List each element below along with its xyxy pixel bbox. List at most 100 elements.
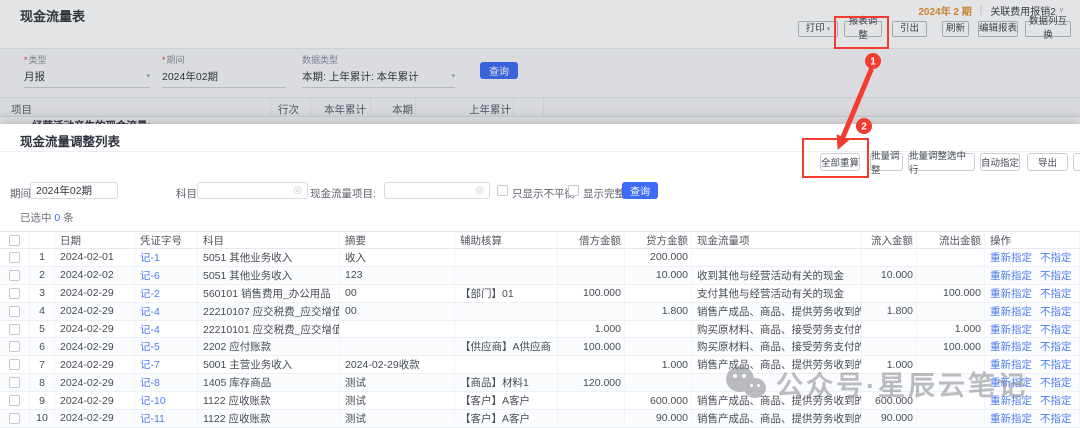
reassign-link[interactable]: 重新指定 [990, 375, 1032, 390]
table-row: 42024-02-29记-422210107 应交税费_应交增值税_销项税额00… [0, 303, 1080, 321]
cell-credit-amount [625, 338, 692, 355]
cell-outflow-amount [917, 392, 985, 409]
cell-cash-flow-item: 购买原材料、商品、接受劳务支付的现金 [692, 321, 862, 338]
cell-cash-flow-item [692, 374, 862, 391]
unassign-link[interactable]: 不指定 [1040, 322, 1072, 337]
cell-actions: 重新指定不指定 [985, 410, 1080, 427]
row-checkbox[interactable] [9, 395, 20, 406]
cash-item-input[interactable]: ◎ [384, 182, 490, 199]
voucher-link[interactable]: 记-10 [140, 393, 166, 408]
voucher-link[interactable]: 记-2 [140, 286, 160, 301]
reassign-link[interactable]: 重新指定 [990, 393, 1032, 408]
voucher-link[interactable]: 记-11 [140, 411, 165, 426]
unbalanced-checkbox-label[interactable]: 只显示不平衡 [512, 186, 575, 201]
unassign-link[interactable]: 不指定 [1040, 304, 1072, 319]
cell-summary: 2024-02-29收款 [340, 356, 455, 373]
cell-actions: 重新指定不指定 [985, 356, 1080, 373]
cell-outflow-amount: 100.000 [917, 285, 985, 302]
voucher-link[interactable]: 记-8 [140, 375, 160, 390]
reassign-link[interactable]: 重新指定 [990, 268, 1032, 283]
unassign-link[interactable]: 不指定 [1040, 286, 1072, 301]
unassign-link[interactable]: 不指定 [1040, 339, 1072, 354]
row-checkbox[interactable] [9, 288, 20, 299]
voucher-link[interactable]: 记-7 [140, 357, 160, 372]
voucher-link[interactable]: 记-1 [140, 250, 160, 265]
header-account: 科目 [198, 232, 340, 248]
cell-row-number: 4 [30, 303, 55, 320]
cell-inflow-amount [862, 285, 917, 302]
row-checkbox[interactable] [9, 306, 20, 317]
cell-voucher-no: 记-4 [135, 303, 198, 320]
subject-input[interactable]: ◎ [197, 182, 308, 199]
header-credit-amount: 贷方金额 [625, 232, 692, 248]
auto-assign-button[interactable]: 自动指定 [980, 153, 1020, 171]
reassign-link[interactable]: 重新指定 [990, 250, 1032, 265]
reassign-link[interactable]: 重新指定 [990, 339, 1032, 354]
reassign-link[interactable]: 重新指定 [990, 304, 1032, 319]
header-select-checkbox [0, 232, 30, 248]
dialog-query-button[interactable]: 查询 [622, 182, 658, 199]
voucher-link[interactable]: 记-4 [140, 304, 160, 319]
cell-inflow-amount: 1.800 [862, 303, 917, 320]
header-summary: 摘要 [340, 232, 455, 248]
export-button[interactable]: 导出 [1027, 153, 1068, 171]
row-checkbox[interactable] [9, 270, 20, 281]
table-row: 92024-02-29记-101122 应收账款测试【客户】A客户600.000… [0, 392, 1080, 410]
unbalanced-checkbox[interactable] [497, 185, 508, 196]
cell-select-checkbox [0, 249, 30, 266]
cell-auxiliary [455, 303, 558, 320]
row-checkbox[interactable] [9, 341, 20, 352]
dialog-period-input[interactable]: 2024年02期 [30, 182, 118, 199]
toolbar-partial-button[interactable] [1073, 153, 1080, 171]
unassign-link[interactable]: 不指定 [1040, 357, 1072, 372]
picker-icon[interactable]: ◎ [475, 186, 484, 196]
full-voucher-checkbox[interactable] [568, 185, 579, 196]
cell-auxiliary: 【部门】01 [455, 285, 558, 302]
unassign-link[interactable]: 不指定 [1040, 411, 1072, 426]
cell-actions: 重新指定不指定 [985, 285, 1080, 302]
cell-debit-amount: 100.000 [558, 338, 625, 355]
unassign-link[interactable]: 不指定 [1040, 375, 1072, 390]
row-checkbox[interactable] [9, 324, 20, 335]
recalculate-all-button[interactable]: 全部重算 [820, 153, 860, 171]
cell-cash-flow-item: 销售产成品、商品、提供劳务收到的现金 [692, 303, 862, 320]
cell-account: 1122 应收账款 [198, 392, 340, 409]
cell-row-number: 7 [30, 356, 55, 373]
batch-adjust-button[interactable]: 批量调整 [870, 153, 903, 171]
cell-date: 2024-02-29 [55, 374, 135, 391]
cell-actions: 重新指定不指定 [985, 249, 1080, 266]
voucher-link[interactable]: 记-5 [140, 339, 160, 354]
unassign-link[interactable]: 不指定 [1040, 268, 1072, 283]
row-checkbox[interactable] [9, 252, 20, 263]
cell-voucher-no: 记-11 [135, 410, 198, 427]
adjustment-table-header: 日期凭证字号科目摘要辅助核算借方金额贷方金额现金流量项流入金额流出金额操作 [0, 231, 1080, 249]
voucher-link[interactable]: 记-4 [140, 322, 160, 337]
cell-credit-amount: 10.000 [625, 267, 692, 284]
cell-credit-amount [625, 285, 692, 302]
cell-outflow-amount: 1.000 [917, 321, 985, 338]
cell-select-checkbox [0, 285, 30, 302]
table-row: 52024-02-29记-422210101 应交税费_应交增值税_进项税额1.… [0, 321, 1080, 339]
reassign-link[interactable]: 重新指定 [990, 357, 1032, 372]
cell-row-number: 9 [30, 392, 55, 409]
reassign-link[interactable]: 重新指定 [990, 286, 1032, 301]
batch-adjust-selected-button[interactable]: 批量调整选中行 [908, 153, 975, 171]
cell-outflow-amount [917, 374, 985, 391]
row-checkbox[interactable] [9, 377, 20, 388]
unassign-link[interactable]: 不指定 [1040, 250, 1072, 265]
reassign-link[interactable]: 重新指定 [990, 322, 1032, 337]
row-checkbox[interactable] [9, 359, 20, 370]
select-all-checkbox[interactable] [9, 235, 20, 246]
row-checkbox[interactable] [9, 413, 20, 424]
cell-row-number: 5 [30, 321, 55, 338]
picker-icon[interactable]: ◎ [293, 186, 302, 196]
cell-select-checkbox [0, 321, 30, 338]
cell-select-checkbox [0, 392, 30, 409]
voucher-link[interactable]: 记-6 [140, 268, 160, 283]
cell-account: 2202 应付账款 [198, 338, 340, 355]
cell-actions: 重新指定不指定 [985, 374, 1080, 391]
unassign-link[interactable]: 不指定 [1040, 393, 1072, 408]
reassign-link[interactable]: 重新指定 [990, 411, 1032, 426]
cell-credit-amount: 1.000 [625, 356, 692, 373]
cell-auxiliary [455, 267, 558, 284]
